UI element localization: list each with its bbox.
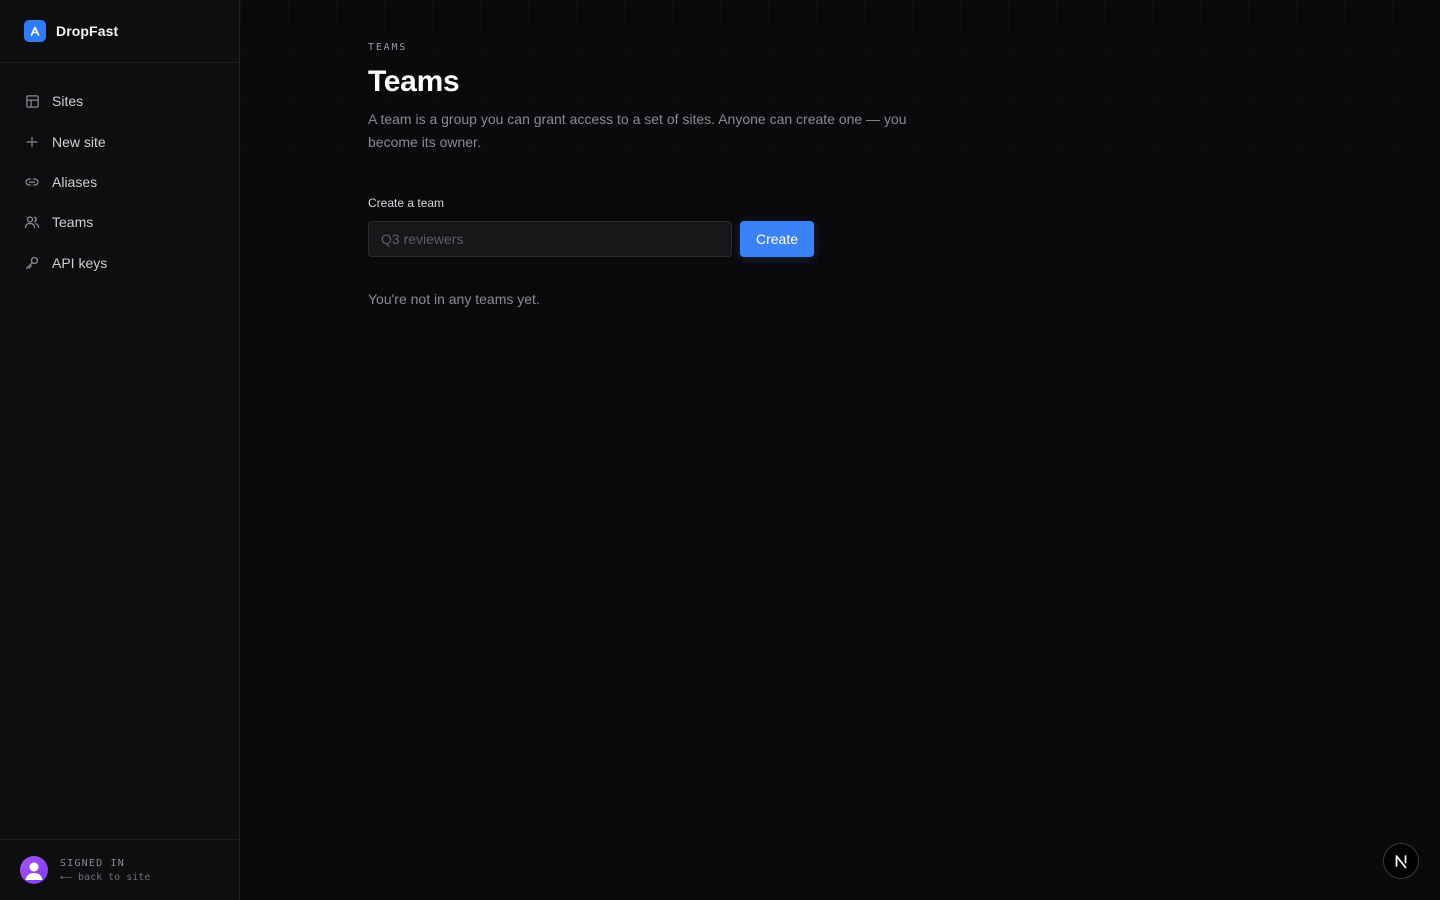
arrow-up-logo-icon: [24, 20, 46, 42]
sidebar: DropFast Sites New site Aliases Teams AP…: [0, 0, 240, 900]
app-shell: DropFast Sites New site Aliases Teams AP…: [0, 0, 1440, 900]
account-status: SIGNED IN ←— back to site: [60, 858, 150, 883]
sidebar-footer: SIGNED IN ←— back to site: [0, 839, 239, 900]
nextjs-n-icon[interactable]: [1383, 843, 1419, 879]
grid-icon: [24, 93, 40, 109]
empty-state-message: You're not in any teams yet.: [368, 291, 540, 307]
user-avatar-icon[interactable]: [20, 856, 48, 884]
key-icon: [24, 255, 40, 271]
page-description: A team is a group you can grant access t…: [368, 111, 907, 150]
sidebar-item-new-site[interactable]: New site: [0, 121, 239, 161]
sidebar-nav: Sites New site Aliases Teams API keys: [0, 63, 239, 283]
teams-page: TEAMS Teams A team is a group you can gr…: [368, 42, 968, 307]
create-team-form: Create: [368, 221, 968, 257]
back-to-site-link[interactable]: ←— back to site: [60, 872, 150, 883]
page-eyebrow: TEAMS: [368, 42, 408, 53]
create-team-label: Create a team: [368, 196, 445, 210]
sidebar-item-api-keys[interactable]: API keys: [0, 243, 239, 283]
create-team-button[interactable]: Create: [740, 221, 815, 257]
brand-name: DropFast: [56, 23, 119, 39]
sidebar-item-teams[interactable]: Teams: [0, 202, 239, 242]
signed-in-label: SIGNED IN: [60, 857, 125, 869]
sidebar-item-sites[interactable]: Sites: [0, 81, 239, 121]
page-title: Teams: [368, 65, 460, 98]
brand[interactable]: DropFast: [0, 0, 239, 63]
team-name-input[interactable]: [368, 221, 732, 257]
users-icon: [24, 214, 40, 230]
main-content: TEAMS Teams A team is a group you can gr…: [240, 0, 1440, 900]
link-icon: [24, 174, 40, 190]
sidebar-item-label: Aliases: [52, 173, 98, 190]
sidebar-item-label: New site: [52, 133, 106, 150]
sidebar-item-label: Teams: [52, 214, 94, 231]
plus-icon: [24, 134, 40, 150]
sidebar-item-label: Sites: [52, 93, 84, 110]
sidebar-item-aliases[interactable]: Aliases: [0, 162, 239, 202]
sidebar-item-label: API keys: [52, 254, 108, 271]
